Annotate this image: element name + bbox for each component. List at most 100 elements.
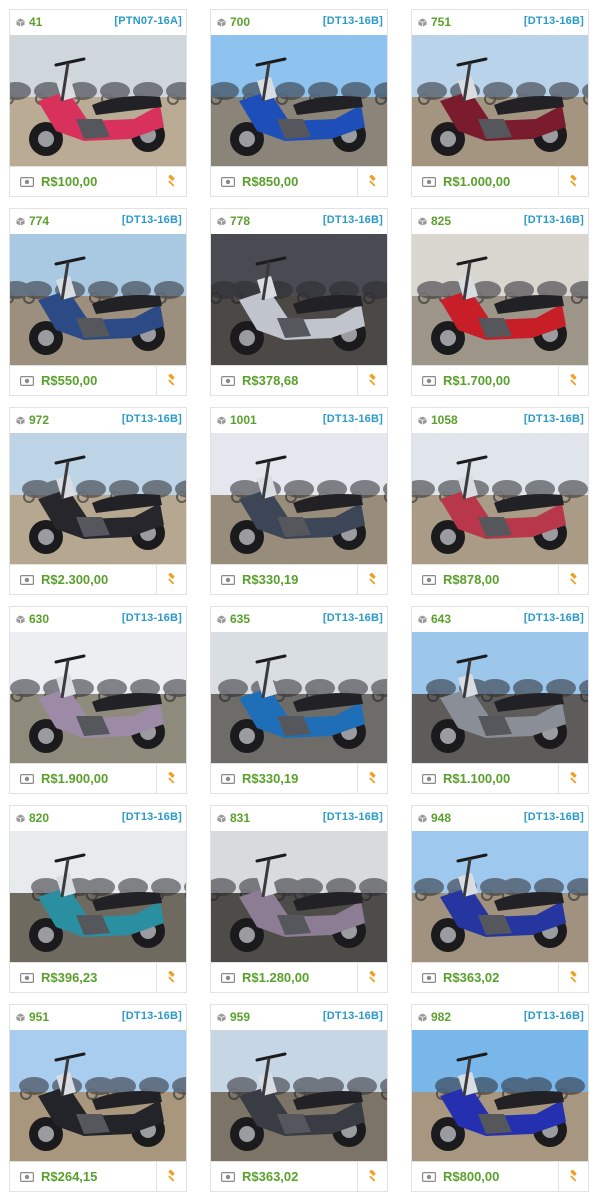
box-icon [418,614,427,624]
lot-card[interactable]: 1001 [DT13-16B] R$330,19 [210,407,388,595]
bid-button[interactable] [558,963,588,992]
lot-card[interactable]: 825 [DT13-16B] R$1.700,00 [411,208,589,396]
lot-price: R$264,15 [41,1169,98,1184]
lot-number: 635 [217,612,250,626]
bid-button[interactable] [357,366,387,395]
lot-number: 1058 [418,413,458,427]
bid-button[interactable] [156,366,186,395]
lot-code: [DT13-16B] [121,214,182,226]
lot-card[interactable]: 751 [DT13-16B] R$1.000,00 [411,9,589,197]
lot-card[interactable]: 831 [DT13-16B] R$1.280,00 [210,805,388,993]
vehicle-photo[interactable] [211,433,387,565]
bid-button[interactable] [558,565,588,594]
vehicle-photo[interactable] [412,1030,588,1162]
lot-card[interactable]: 948 [DT13-16B] R$363,02 [411,805,589,993]
motorcycle-photo-graphic [211,632,387,764]
bid-button[interactable] [558,1162,588,1191]
vehicle-photo[interactable] [412,831,588,963]
gavel-icon [369,175,376,187]
bid-button[interactable] [156,565,186,594]
vehicle-photo[interactable] [412,433,588,565]
vehicle-photo[interactable] [10,632,186,764]
lot-card[interactable]: 972 [DT13-16B] R$2.300,00 [9,407,187,595]
card-header: 41 [PTN07-16A] [10,10,186,35]
bid-button[interactable] [156,167,186,196]
bid-button[interactable] [357,1162,387,1191]
money-icon [422,375,436,386]
motorcycle-photo-graphic [412,35,588,167]
lot-card[interactable]: 982 [DT13-16B] R$800,00 [411,1004,589,1192]
motorcycle-photo-graphic [412,831,588,963]
bid-button[interactable] [357,167,387,196]
lot-number: 41 [16,15,42,29]
lot-card[interactable]: 643 [DT13-16B] R$1.100,00 [411,606,589,794]
vehicle-photo[interactable] [412,35,588,167]
card-header: 825 [DT13-16B] [412,209,588,234]
vehicle-photo[interactable] [10,35,186,167]
lot-number-text: 751 [431,15,452,29]
bid-button[interactable] [357,963,387,992]
money-icon [221,773,235,784]
money-icon [221,176,235,187]
lot-number-text: 41 [29,15,43,29]
lot-card[interactable]: 774 [DT13-16B] R$550,00 [9,208,187,396]
bid-button[interactable] [357,565,387,594]
box-icon [418,415,427,425]
vehicle-photo[interactable] [211,35,387,167]
bid-button[interactable] [558,764,588,793]
card-header: 831 [DT13-16B] [211,806,387,831]
vehicle-photo[interactable] [211,632,387,764]
lot-number: 831 [217,811,250,825]
bid-button[interactable] [156,963,186,992]
lot-price: R$363,02 [242,1169,299,1184]
card-footer: R$330,19 [211,564,387,594]
bid-button[interactable] [558,167,588,196]
lot-card[interactable]: 630 [DT13-16B] R$1.900,00 [9,606,187,794]
lot-number-text: 700 [230,15,251,29]
lot-number-text: 959 [230,1010,251,1024]
vehicle-photo[interactable] [211,234,387,366]
vehicle-photo[interactable] [412,632,588,764]
card-footer: R$1.900,00 [10,763,186,793]
lot-card[interactable]: 1058 [DT13-16B] R$878,00 [411,407,589,595]
vehicle-photo[interactable] [211,831,387,963]
lot-code: [DT13-16B] [523,811,584,823]
vehicle-photo[interactable] [412,234,588,366]
gavel-icon [570,971,577,983]
vehicle-photo[interactable] [10,831,186,963]
bid-button[interactable] [156,764,186,793]
lot-card[interactable]: 820 [DT13-16B] R$396,23 [9,805,187,993]
vehicle-photo[interactable] [211,1030,387,1162]
card-footer: R$2.300,00 [10,564,186,594]
bid-button[interactable] [558,366,588,395]
vehicle-photo[interactable] [10,433,186,565]
vehicle-photo[interactable] [10,234,186,366]
lot-card[interactable]: 951 [DT13-16B] R$264,15 [9,1004,187,1192]
gavel-icon [369,1170,376,1182]
lot-code: [DT13-16B] [322,811,383,823]
vehicle-photo[interactable] [10,1030,186,1162]
lot-card[interactable]: 700 [DT13-16B] R$850,00 [210,9,388,197]
lot-number-text: 820 [29,811,50,825]
lot-number-text: 630 [29,612,50,626]
lot-card[interactable]: 635 [DT13-16B] R$330,19 [210,606,388,794]
lot-price: R$1.280,00 [242,970,310,985]
money-icon [422,1171,436,1182]
card-header: 751 [DT13-16B] [412,10,588,35]
box-icon [418,17,427,27]
lot-number-text: 948 [431,811,452,825]
lot-price: R$1.700,00 [443,373,511,388]
gavel-icon [570,573,577,585]
lot-number: 972 [16,413,49,427]
card-footer: R$378,68 [211,365,387,395]
lot-card[interactable]: 41 [PTN07-16A] R$100,00 [9,9,187,197]
lot-price: R$2.300,00 [41,572,109,587]
lot-card[interactable]: 959 [DT13-16B] R$363,02 [210,1004,388,1192]
motorcycle-photo-graphic [412,632,588,764]
gavel-icon [168,573,175,585]
lot-code: [DT13-16B] [523,612,584,624]
bid-button[interactable] [156,1162,186,1191]
bid-button[interactable] [357,764,387,793]
lot-code: [DT13-16B] [121,1010,182,1022]
lot-card[interactable]: 778 [DT13-16B] R$378,68 [210,208,388,396]
